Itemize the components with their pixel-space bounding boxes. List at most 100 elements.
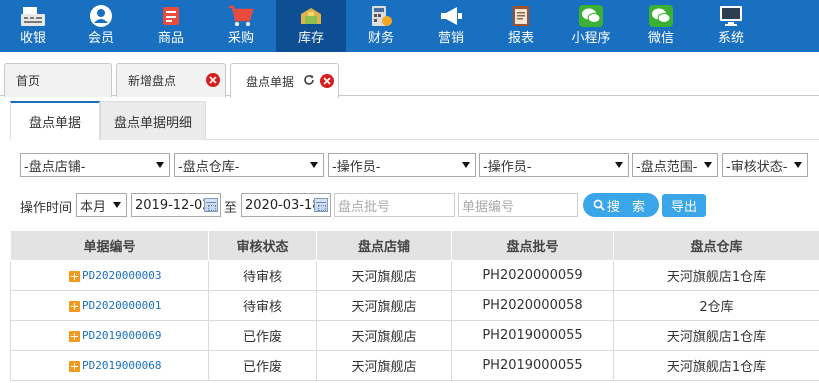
search-button-label: 搜 索 [606, 199, 650, 215]
warehouse-select[interactable]: -盘点仓库- [174, 153, 324, 177]
store-cell: 天河旗舰店 [316, 290, 452, 321]
monitor-icon [718, 4, 744, 28]
member-icon [88, 4, 114, 28]
store-select[interactable]: -盘点店铺- [20, 153, 170, 177]
expand-icon[interactable] [69, 331, 80, 342]
doc-number-link[interactable]: PD2019000069 [82, 329, 161, 342]
calendar-icon[interactable] [204, 198, 218, 212]
dropdown-arrow-icon [310, 162, 318, 168]
column-header[interactable]: 盘点批号 [451, 230, 614, 261]
nav-item-member[interactable]: 会员 [66, 0, 136, 52]
period-select[interactable]: 本月 [76, 193, 127, 217]
nav-item-inventory[interactable]: 库存 [276, 0, 346, 52]
nav-label: 采购 [227, 31, 254, 46]
tab-label: 首页 [16, 74, 41, 88]
nav-label: 库存 [297, 31, 324, 46]
wechat-icon [578, 4, 604, 28]
date-to-input[interactable]: 2020-03-18 [241, 193, 331, 217]
audit-status-cell: 待审核 [208, 260, 317, 291]
column-header[interactable]: 盘点店铺 [316, 230, 452, 261]
doc-number-cell: PD2019000068 [10, 350, 209, 381]
subtab-stocktake-details[interactable]: 盘点单据明细 [100, 101, 206, 140]
dropdown-arrow-icon [794, 162, 802, 168]
column-header[interactable]: 审核状态 [208, 230, 317, 261]
top-nav: 收银 会员 商品 采购 库存 财务 营销 报表 小程序 微信 系统 [0, 0, 819, 52]
cash-register-icon [20, 4, 46, 28]
date-value: 2019-12-02 [135, 197, 211, 213]
operation-time-label: 操作时间 [20, 201, 73, 216]
stocktake-table: 单据编号 审核状态 盘点店铺 盘点批号 盘点仓库 PD2020000003 待审… [10, 230, 819, 381]
nav-item-wechat[interactable]: 微信 [626, 0, 696, 52]
nav-label: 营销 [437, 31, 464, 46]
audit-status-cell: 已作废 [208, 350, 317, 381]
doc-number-cell: PD2019000069 [10, 320, 209, 351]
operator-select-2[interactable]: -操作员- [479, 153, 629, 177]
tab-stocktake-docs[interactable]: 盘点单据 [230, 63, 339, 98]
audit-status-cell: 待审核 [208, 290, 317, 321]
nav-item-purchase[interactable]: 采购 [206, 0, 276, 52]
page-tab-bar: 首页 新增盘点 盘点单据 [0, 52, 819, 98]
nav-label: 财务 [367, 31, 394, 46]
tab-label: 盘点单据 [246, 74, 295, 89]
to-label: 至 [224, 201, 238, 216]
nav-item-system[interactable]: 系统 [696, 0, 766, 52]
subtab-label: 盘点单据 [28, 115, 81, 131]
audit-status-select[interactable]: -审核状态- [722, 153, 808, 177]
close-icon[interactable] [320, 74, 334, 88]
store-cell: 天河旗舰店 [316, 260, 452, 291]
nav-item-goods[interactable]: 商品 [136, 0, 206, 52]
warehouse-cell: 2仓库 [613, 290, 819, 321]
nav-item-report[interactable]: 报表 [486, 0, 556, 52]
table-row[interactable]: PD2019000068 已作废 天河旗舰店 PH2019000055 天河旗舰… [10, 350, 819, 381]
subtab-stocktake-docs[interactable]: 盘点单据 [10, 101, 100, 140]
store-cell: 天河旗舰店 [316, 350, 452, 381]
column-header[interactable]: 单据编号 [10, 230, 209, 261]
batch-number-cell: PH2020000059 [451, 260, 614, 291]
nav-item-cashier[interactable]: 收银 [0, 0, 66, 52]
select-value: 本月 [80, 199, 107, 215]
audit-status-cell: 已作废 [208, 320, 317, 351]
sub-tab-bar: 盘点单据 盘点单据明细 [10, 101, 819, 140]
nav-item-marketing[interactable]: 营销 [416, 0, 486, 52]
scope-select[interactable]: -盘点范围- [632, 153, 718, 177]
tab-label: 新增盘点 [128, 74, 177, 88]
doc-number-link[interactable]: PD2020000003 [82, 269, 161, 282]
nav-item-finance[interactable]: 财务 [346, 0, 416, 52]
batch-number-input[interactable]: 盘点批号 [334, 193, 455, 217]
expand-icon[interactable] [69, 361, 80, 372]
warehouse-cell: 天河旗舰店1仓库 [613, 260, 819, 291]
close-icon[interactable] [206, 73, 220, 87]
select-value: -盘点仓库- [178, 159, 240, 175]
calendar-icon[interactable] [314, 198, 328, 212]
date-from-input[interactable]: 2019-12-02 [131, 193, 221, 217]
store-cell: 天河旗舰店 [316, 320, 452, 351]
wechat-icon [648, 4, 674, 28]
report-icon [508, 4, 534, 28]
date-value: 2020-03-18 [245, 197, 321, 213]
expand-icon[interactable] [69, 271, 80, 282]
operator-select[interactable]: -操作员- [328, 153, 476, 177]
nav-label: 小程序 [571, 31, 611, 46]
tab-new-stocktake[interactable]: 新增盘点 [116, 63, 226, 97]
table-row[interactable]: PD2020000003 待审核 天河旗舰店 PH2020000059 天河旗舰… [10, 260, 819, 291]
dropdown-arrow-icon [156, 162, 164, 168]
table-row[interactable]: PD2020000001 待审核 天河旗舰店 PH2020000058 2仓库 [10, 290, 819, 321]
doc-number-link[interactable]: PD2019000068 [82, 359, 161, 372]
doc-number-cell: PD2020000001 [10, 290, 209, 321]
export-button[interactable]: 导出 [662, 194, 706, 217]
tab-home[interactable]: 首页 [4, 63, 112, 97]
dropdown-arrow-icon [615, 162, 623, 168]
dropdown-arrow-icon [462, 162, 470, 168]
select-value: -盘点店铺- [24, 159, 86, 175]
document-number-input[interactable]: 单据编号 [458, 193, 578, 217]
column-header[interactable]: 盘点仓库 [613, 230, 819, 261]
doc-number-cell: PD2020000003 [10, 260, 209, 291]
search-button[interactable]: 搜 索 [583, 193, 659, 217]
expand-icon[interactable] [69, 301, 80, 312]
input-placeholder: 单据编号 [462, 199, 515, 215]
table-row[interactable]: PD2019000069 已作废 天河旗舰店 PH2019000055 天河旗舰… [10, 320, 819, 351]
refresh-icon[interactable] [303, 74, 315, 86]
nav-item-miniprogram[interactable]: 小程序 [556, 0, 626, 52]
doc-number-link[interactable]: PD2020000001 [82, 299, 161, 312]
warehouse-cell: 天河旗舰店1仓库 [613, 350, 819, 381]
